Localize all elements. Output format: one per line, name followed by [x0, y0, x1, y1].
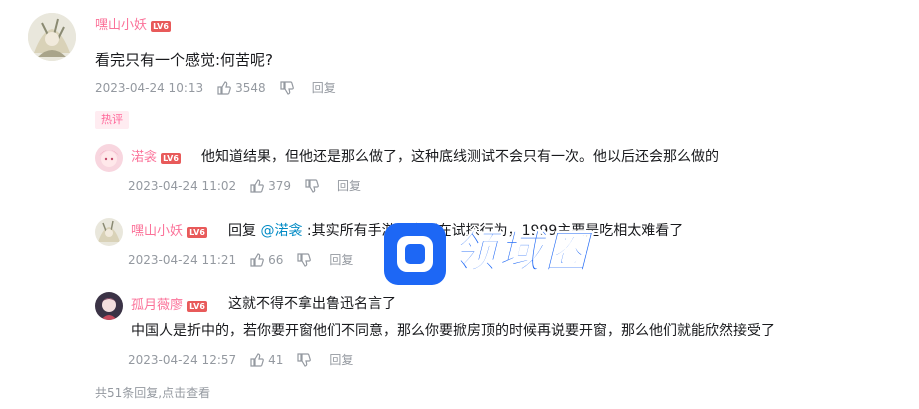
thumbs-down-icon[interactable]	[297, 253, 312, 267]
view-more-link[interactable]: 点击查看	[162, 386, 210, 400]
timestamp: 2023-04-24 12:57	[128, 353, 237, 367]
watermark-logo-icon	[384, 223, 446, 285]
timestamp: 2023-04-24 11:21	[128, 253, 237, 267]
like-button[interactable]: 66	[250, 252, 283, 268]
avatar[interactable]	[95, 292, 123, 320]
reply-count: 共51条回复,	[95, 386, 163, 400]
timestamp: 2023-04-24 11:02	[128, 179, 237, 193]
thumbs-down-icon[interactable]	[297, 353, 312, 367]
mention-link[interactable]: @渃衾	[260, 223, 302, 239]
reply-button[interactable]: 回复	[312, 80, 336, 96]
avatar[interactable]	[95, 144, 123, 172]
reply-text: 他知道结果，但他还是那么做了，这种底线测试不会只有一次。他以后还会那么做的	[201, 149, 719, 165]
level-badge: LV6	[187, 227, 207, 238]
thumbs-down-icon[interactable]	[280, 81, 294, 95]
reply-text-line2: 中国人是折中的，若你要开窗他们不同意，那么你要掀房顶的时候再说要开窗，那么他们就…	[131, 323, 775, 339]
username[interactable]: 嘿山小妖 LV6	[95, 18, 171, 34]
avatar[interactable]	[28, 13, 76, 61]
reply-count-footer: 共51条回复,点击查看	[95, 384, 210, 401]
like-count: 3548	[235, 81, 266, 95]
like-count: 66	[268, 253, 284, 267]
like-button[interactable]: 3548	[217, 80, 266, 96]
reply-text-line1: 这就不得不拿出鲁迅名言了	[228, 296, 396, 312]
username[interactable]: 渃衾 LV6	[131, 150, 181, 166]
reply-button[interactable]: 回复	[337, 178, 361, 194]
like-count: 379	[268, 179, 292, 193]
like-button[interactable]: 379	[250, 178, 291, 194]
thumbs-up-icon	[250, 353, 264, 367]
comment-text: 看完只有一个感觉:何苦呢?	[95, 51, 274, 69]
reply-button[interactable]: 回复	[329, 252, 353, 268]
thumbs-up-icon	[217, 81, 231, 95]
reply-meta: 2023-04-24 11:21 66 回复	[128, 252, 353, 268]
timestamp: 2023-04-24 10:13	[95, 81, 204, 95]
comment-meta: 2023-04-24 10:13 3548 回复	[95, 80, 336, 96]
reply-meta: 2023-04-24 11:02 379 回复	[128, 178, 361, 194]
reply-prefix: 回复	[228, 223, 256, 239]
watermark-text: 领域圈	[452, 227, 590, 279]
thumbs-down-icon[interactable]	[305, 179, 319, 193]
reply-button[interactable]: 回复	[329, 352, 353, 368]
reply-meta: 2023-04-24 12:57 41 回复	[128, 352, 353, 368]
level-badge: LV6	[161, 153, 181, 164]
thumbs-up-icon	[250, 253, 264, 267]
username[interactable]: 孤月薇廖 LV6	[131, 298, 207, 314]
thumbs-up-icon	[250, 179, 264, 193]
level-badge: LV6	[187, 301, 207, 312]
like-count: 41	[268, 353, 284, 367]
like-button[interactable]: 41	[250, 352, 283, 368]
username[interactable]: 嘿山小妖 LV6	[131, 224, 207, 240]
avatar[interactable]	[95, 218, 123, 246]
hot-comment-badge: 热评	[95, 111, 129, 129]
level-badge: LV6	[151, 21, 171, 32]
